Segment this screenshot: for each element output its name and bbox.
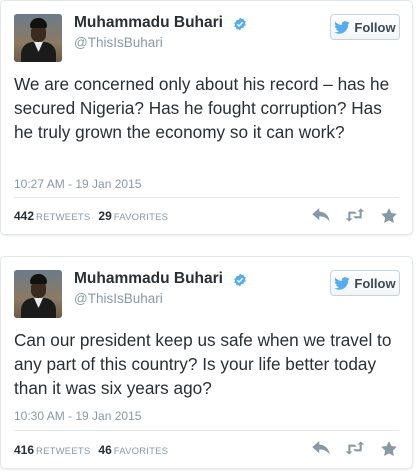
verified-badge-icon (234, 273, 246, 287)
tweet-text: Can our president keep us safe when we t… (14, 330, 392, 398)
author-name[interactable]: Muhammadu Buhari (74, 270, 223, 288)
follow-button[interactable]: Follow (330, 270, 400, 296)
follow-label: Follow (354, 275, 396, 291)
divider (14, 430, 399, 431)
divider (14, 197, 399, 198)
retweet-count[interactable]: 416 (14, 443, 34, 457)
retweet-icon[interactable] (345, 206, 365, 224)
favorite-count[interactable]: 29 (98, 209, 111, 223)
retweets-label: RETWEETS (36, 212, 91, 223)
tweet-stats: 416 RETWEETS 46 FAVORITES (14, 443, 176, 457)
avatar[interactable] (14, 14, 62, 62)
avatar[interactable] (14, 270, 62, 318)
author-handle[interactable]: @ThisIsBuhari (74, 291, 163, 306)
reply-icon[interactable] (311, 439, 331, 457)
follow-label: Follow (354, 19, 396, 35)
favorites-label: FAVORITES (113, 212, 169, 223)
favorite-star-icon[interactable] (379, 206, 399, 224)
retweet-count[interactable]: 442 (14, 209, 34, 223)
retweet-icon[interactable] (345, 439, 365, 457)
retweets-label: RETWEETS (36, 446, 91, 457)
tweet-actions (311, 206, 399, 224)
tweet-actions (311, 439, 399, 457)
twitter-bird-icon (334, 276, 351, 290)
tweet-card: Muhammadu Buhari @ThisIsBuhari Follow We… (0, 0, 413, 235)
tweet-timestamp[interactable]: 10:27 AM - 19 Jan 2015 (14, 177, 141, 191)
twitter-bird-icon (334, 20, 351, 34)
author-name[interactable]: Muhammadu Buhari (74, 14, 223, 32)
tweet-stats: 442 RETWEETS 29 FAVORITES (14, 209, 176, 223)
follow-button[interactable]: Follow (330, 14, 400, 40)
reply-icon[interactable] (311, 206, 331, 224)
verified-badge-icon (234, 17, 246, 31)
tweet-card: Muhammadu Buhari @ThisIsBuhari Follow Ca… (0, 256, 413, 469)
author-handle[interactable]: @ThisIsBuhari (74, 35, 163, 50)
tweet-text: We are concerned only about his record –… (14, 74, 390, 142)
favorites-label: FAVORITES (113, 446, 169, 457)
favorite-count[interactable]: 46 (98, 443, 111, 457)
favorite-star-icon[interactable] (379, 439, 399, 457)
tweet-timestamp[interactable]: 10:30 AM - 19 Jan 2015 (14, 409, 141, 423)
